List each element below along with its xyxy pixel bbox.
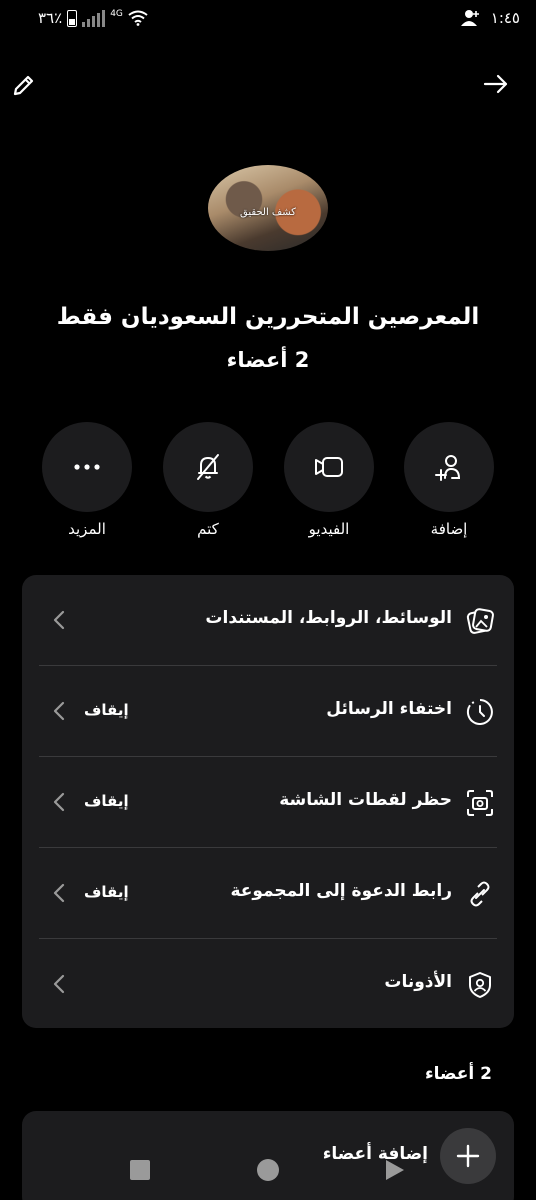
home-button[interactable] [253, 1155, 283, 1185]
avatar-caption: كشف الحقيق [240, 206, 296, 218]
battery-icon [67, 9, 78, 27]
more-button[interactable] [42, 422, 132, 512]
link-icon [464, 878, 496, 910]
more-dots-icon [74, 464, 100, 470]
timer-icon [464, 696, 496, 728]
add-action[interactable]: إضافة [404, 422, 494, 538]
chevron-left-icon [48, 607, 70, 633]
person-add-icon [460, 10, 479, 26]
recents-button[interactable] [125, 1155, 155, 1185]
back-button[interactable] [474, 62, 518, 106]
settings-row-permissions[interactable]: الأذونات [22, 939, 514, 1030]
chevron-left-icon [48, 789, 70, 815]
mute-action[interactable]: كتم [163, 422, 253, 538]
members-heading: 2 أعضاء [424, 1064, 492, 1084]
shield-user-icon [464, 969, 496, 1001]
arrow-right-icon [483, 74, 508, 94]
invite-link-value: إيقاف [84, 883, 129, 901]
battery-text: ٣٦٪ [38, 9, 63, 27]
bell-off-icon [197, 454, 219, 480]
edit-button[interactable] [2, 62, 46, 106]
disappearing-value: إيقاف [84, 701, 129, 719]
circle-icon [257, 1159, 279, 1181]
wifi-icon [128, 10, 148, 26]
status-bar: ٣٦٪ 4G ١:٤٥ [0, 0, 536, 40]
mute-label: كتم [197, 520, 219, 538]
member-count: 2 أعضاء [226, 348, 310, 372]
media-label: الوسائط، الروابط، المستندات [205, 608, 452, 628]
video-button[interactable] [284, 422, 374, 512]
triangle-icon [386, 1160, 404, 1180]
video-action[interactable]: الفيديو [284, 422, 374, 538]
screenshot-block-icon [464, 787, 496, 819]
add-button[interactable] [404, 422, 494, 512]
permissions-label: الأذونات [384, 972, 452, 992]
group-avatar[interactable]: كشف الحقيق [208, 165, 328, 251]
settings-row-invite-link[interactable]: رابط الدعوة إلى المجموعة إيقاف [22, 848, 514, 939]
more-action[interactable]: المزيد [42, 422, 132, 538]
pencil-icon [13, 75, 34, 96]
settings-row-screenshot[interactable]: حظر لقطات الشاشة إيقاف [22, 757, 514, 848]
system-nav-bar [0, 1140, 536, 1200]
settings-row-media[interactable]: الوسائط، الروابط، المستندات [22, 575, 514, 666]
group-name: المعرصين المتحررين السعوديان فقط [56, 304, 480, 330]
screenshot-label: حظر لقطات الشاشة [279, 790, 452, 810]
add-label: إضافة [430, 520, 468, 538]
settings-card: الوسائط، الروابط، المستندات اختفاء الرسا… [22, 575, 514, 1028]
media-icon [464, 605, 496, 637]
screenshot-value: إيقاف [84, 792, 129, 810]
status-left: ٣٦٪ 4G [38, 9, 148, 27]
network-type: 4G [110, 9, 123, 19]
video-icon [315, 457, 343, 477]
square-icon [130, 1160, 150, 1180]
clock: ١:٤٥ [490, 9, 520, 27]
disappearing-label: اختفاء الرسائل [326, 699, 452, 719]
back-nav-button[interactable] [380, 1155, 410, 1185]
video-label: الفيديو [308, 520, 350, 538]
chevron-left-icon [48, 698, 70, 724]
add-person-icon [435, 455, 461, 481]
invite-link-label: رابط الدعوة إلى المجموعة [230, 881, 452, 901]
status-right: ١:٤٥ [460, 9, 520, 27]
chevron-left-icon [48, 971, 70, 997]
action-row: المزيد كتم الفيديو إضافة [0, 422, 536, 552]
chevron-left-icon [48, 880, 70, 906]
settings-row-disappearing[interactable]: اختفاء الرسائل إيقاف [22, 666, 514, 757]
signal-icon [82, 9, 106, 27]
mute-button[interactable] [163, 422, 253, 512]
more-label: المزيد [68, 520, 106, 538]
